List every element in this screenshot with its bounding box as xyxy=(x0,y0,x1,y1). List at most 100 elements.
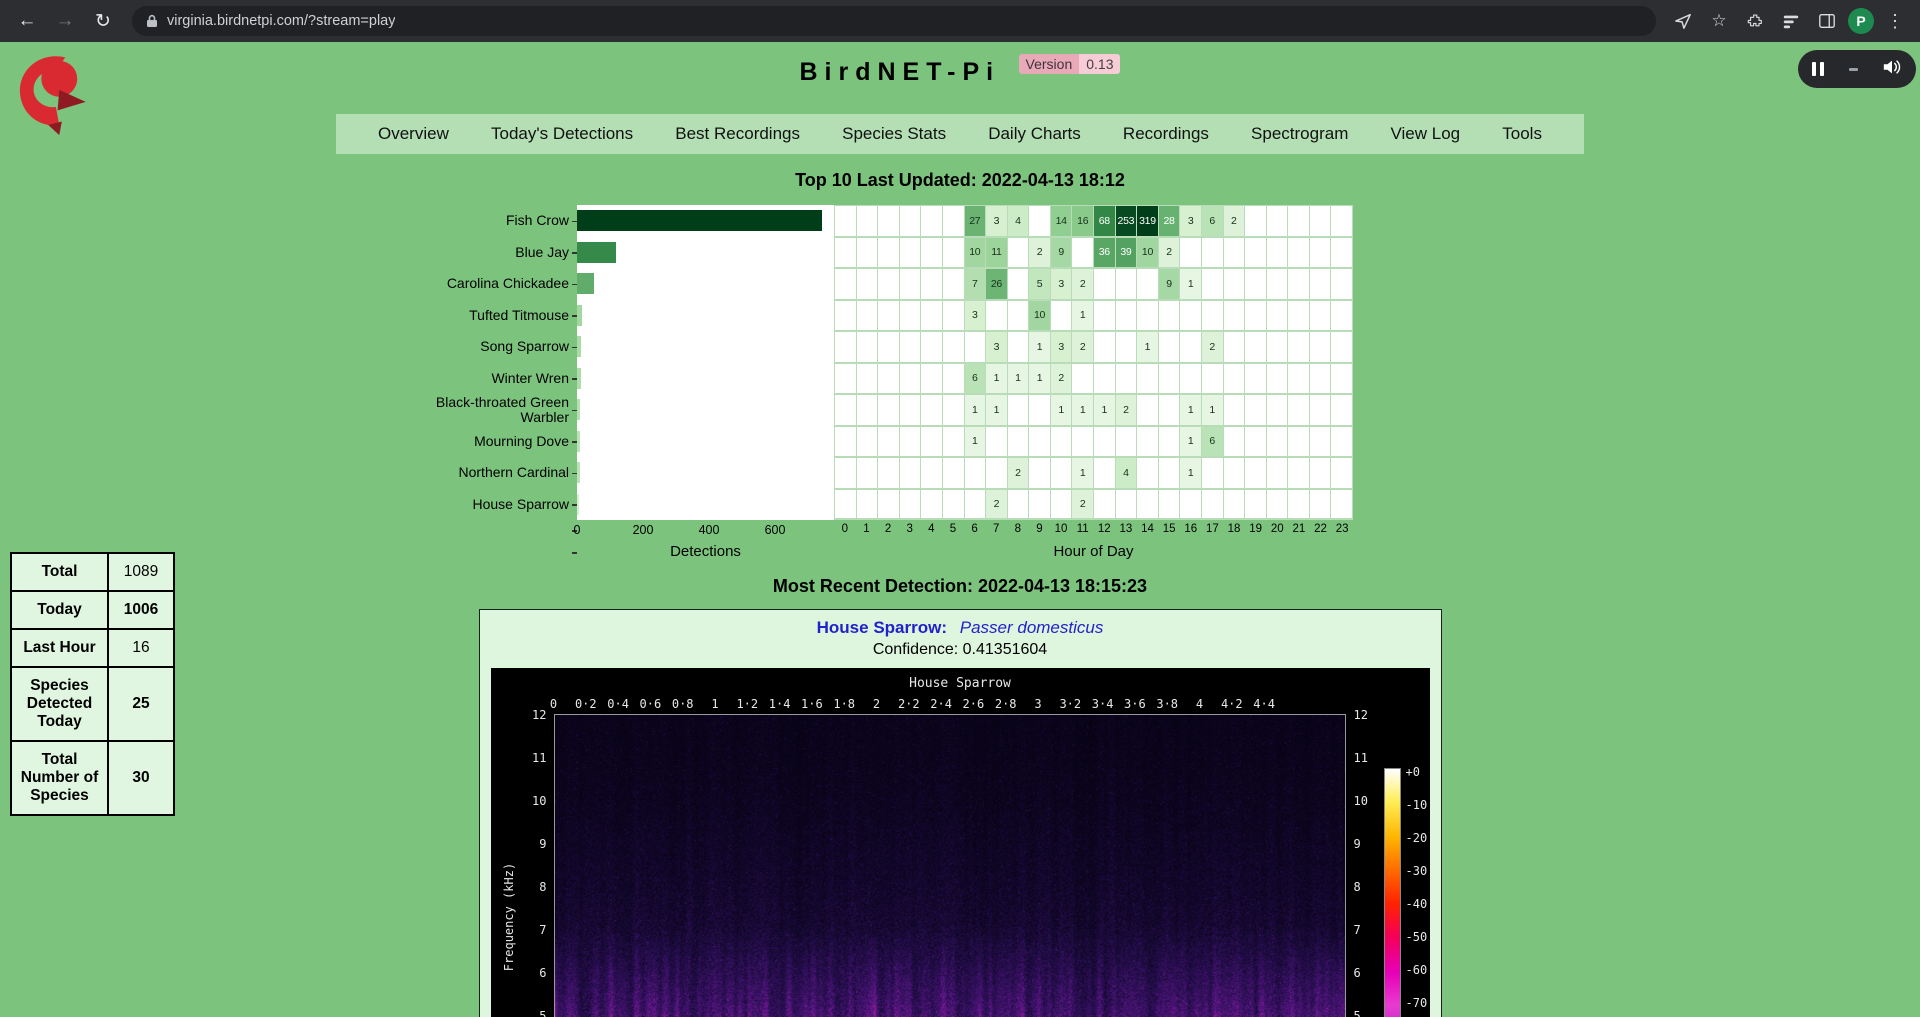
heat-cell xyxy=(943,332,965,363)
side-panel-icon[interactable] xyxy=(1812,6,1842,36)
heat-cell xyxy=(1267,301,1289,332)
detection-bar xyxy=(577,431,580,452)
heat-cell xyxy=(921,364,943,395)
stats-row: Total Number of Species30 xyxy=(11,741,174,815)
heat-cell: 3 xyxy=(1051,332,1073,363)
chart-axis-labels: Detections Hour of Day xyxy=(427,540,1353,564)
nav-best-recordings[interactable]: Best Recordings xyxy=(675,124,800,144)
spec-x-tick: 0·4 xyxy=(607,697,629,711)
heat-cell xyxy=(1288,490,1310,520)
nav-recordings[interactable]: Recordings xyxy=(1123,124,1209,144)
heat-cell xyxy=(1116,301,1138,332)
heat-cell: 3 xyxy=(965,301,987,332)
heat-cell xyxy=(835,364,857,395)
heat-cell xyxy=(1159,427,1181,458)
heat-cell xyxy=(1310,458,1332,489)
heat-cell xyxy=(943,301,965,332)
heat-cell xyxy=(1137,490,1159,520)
species-label: Fish Crow xyxy=(427,205,577,237)
heat-cell: 2 xyxy=(1008,458,1030,489)
heat-cell xyxy=(1137,301,1159,332)
heat-cell xyxy=(1094,269,1116,300)
stats-value-link[interactable]: 30 xyxy=(108,741,174,815)
heat-cell xyxy=(857,364,879,395)
heat-cell xyxy=(835,490,857,520)
menu-kebab-icon[interactable]: ⋮ xyxy=(1880,6,1910,36)
heat-cell: 1 xyxy=(1180,269,1202,300)
chart-row: Northern Cardinal2141 xyxy=(427,457,1353,489)
chart-row: Song Sparrow313212 xyxy=(427,331,1353,363)
species-common-link[interactable]: House Sparrow: xyxy=(817,618,947,637)
species-latin-link[interactable]: Passer domesticus xyxy=(960,618,1104,637)
heat-cell xyxy=(1288,269,1310,300)
heat-cell xyxy=(835,238,857,269)
heat-cell xyxy=(1029,427,1051,458)
heat-cell xyxy=(835,458,857,489)
heat-cell xyxy=(878,458,900,489)
spec-x-tick: 3·2 xyxy=(1059,697,1081,711)
heatmap-row: 273414166825331928362 xyxy=(834,205,1353,237)
nav-daily-charts[interactable]: Daily Charts xyxy=(988,124,1081,144)
hour-axis-tick: 19 xyxy=(1249,523,1262,535)
heat-cell: 39 xyxy=(1116,238,1138,269)
heat-cell xyxy=(1094,332,1116,363)
volume-icon[interactable] xyxy=(1882,58,1902,81)
heatmap-row: 116 xyxy=(834,426,1353,458)
heat-cell xyxy=(857,395,879,426)
reload-icon[interactable]: ↻ xyxy=(86,4,120,38)
nav-today-s-detections[interactable]: Today's Detections xyxy=(491,124,633,144)
heat-cell xyxy=(1137,269,1159,300)
heat-cell: 2 xyxy=(1202,332,1224,363)
heat-cell xyxy=(900,427,922,458)
birdnetpi-logo[interactable] xyxy=(12,54,98,136)
url-bar[interactable]: virginia.birdnetpi.com/?stream=play xyxy=(132,6,1656,36)
forward-icon[interactable]: → xyxy=(48,4,82,38)
spec-y-tick-left: 12 xyxy=(513,708,547,722)
bar-track xyxy=(577,237,834,269)
pause-button[interactable] xyxy=(1812,62,1824,76)
heat-cell xyxy=(1116,332,1138,363)
nav-spectrogram[interactable]: Spectrogram xyxy=(1251,124,1348,144)
heat-cell xyxy=(878,490,900,520)
heat-cell xyxy=(857,458,879,489)
heat-cell xyxy=(1202,364,1224,395)
heat-cell xyxy=(1224,458,1246,489)
stats-value: 16 xyxy=(108,629,174,667)
profile-avatar[interactable]: P xyxy=(1848,8,1874,34)
back-icon[interactable]: ← xyxy=(10,4,44,38)
stats-label: Last Hour xyxy=(11,629,108,667)
send-icon[interactable] xyxy=(1668,6,1698,36)
detection-bar xyxy=(577,242,616,263)
heat-cell: 2 xyxy=(1072,490,1094,520)
heat-cell xyxy=(1331,332,1353,363)
heat-cell xyxy=(1029,395,1051,426)
spec-y-tick-right: 7 xyxy=(1354,923,1361,937)
heat-cell xyxy=(1008,238,1030,269)
spec-y-tick-right: 5 xyxy=(1354,1009,1361,1017)
heat-cell xyxy=(1094,427,1116,458)
heat-cell xyxy=(1331,206,1353,237)
heat-cell: 9 xyxy=(1051,238,1073,269)
heat-cell xyxy=(1202,458,1224,489)
heat-cell xyxy=(921,332,943,363)
spec-y-tick-left: 8 xyxy=(513,880,547,894)
nav-tools[interactable]: Tools xyxy=(1502,124,1542,144)
heat-cell: 6 xyxy=(965,364,987,395)
heat-cell xyxy=(1137,458,1159,489)
nav-overview[interactable]: Overview xyxy=(378,124,449,144)
heatmap-row: 61112 xyxy=(834,363,1353,395)
spec-y-tick-left: 11 xyxy=(513,751,547,765)
heat-cell xyxy=(1159,458,1181,489)
heat-cell xyxy=(878,206,900,237)
nav-view-log[interactable]: View Log xyxy=(1391,124,1461,144)
stats-value-link[interactable]: 25 xyxy=(108,667,174,741)
hour-axis-tick: 16 xyxy=(1184,523,1197,535)
bookmark-star-icon[interactable]: ☆ xyxy=(1704,6,1734,36)
hour-axis-tick: 14 xyxy=(1141,523,1154,535)
stats-value-link[interactable]: 1006 xyxy=(108,591,174,629)
extensions-icon[interactable] xyxy=(1740,6,1770,36)
media-controls-icon[interactable] xyxy=(1776,6,1806,36)
nav-species-stats[interactable]: Species Stats xyxy=(842,124,946,144)
spec-y-tick-right: 8 xyxy=(1354,880,1361,894)
version-label: Version xyxy=(1019,54,1080,74)
